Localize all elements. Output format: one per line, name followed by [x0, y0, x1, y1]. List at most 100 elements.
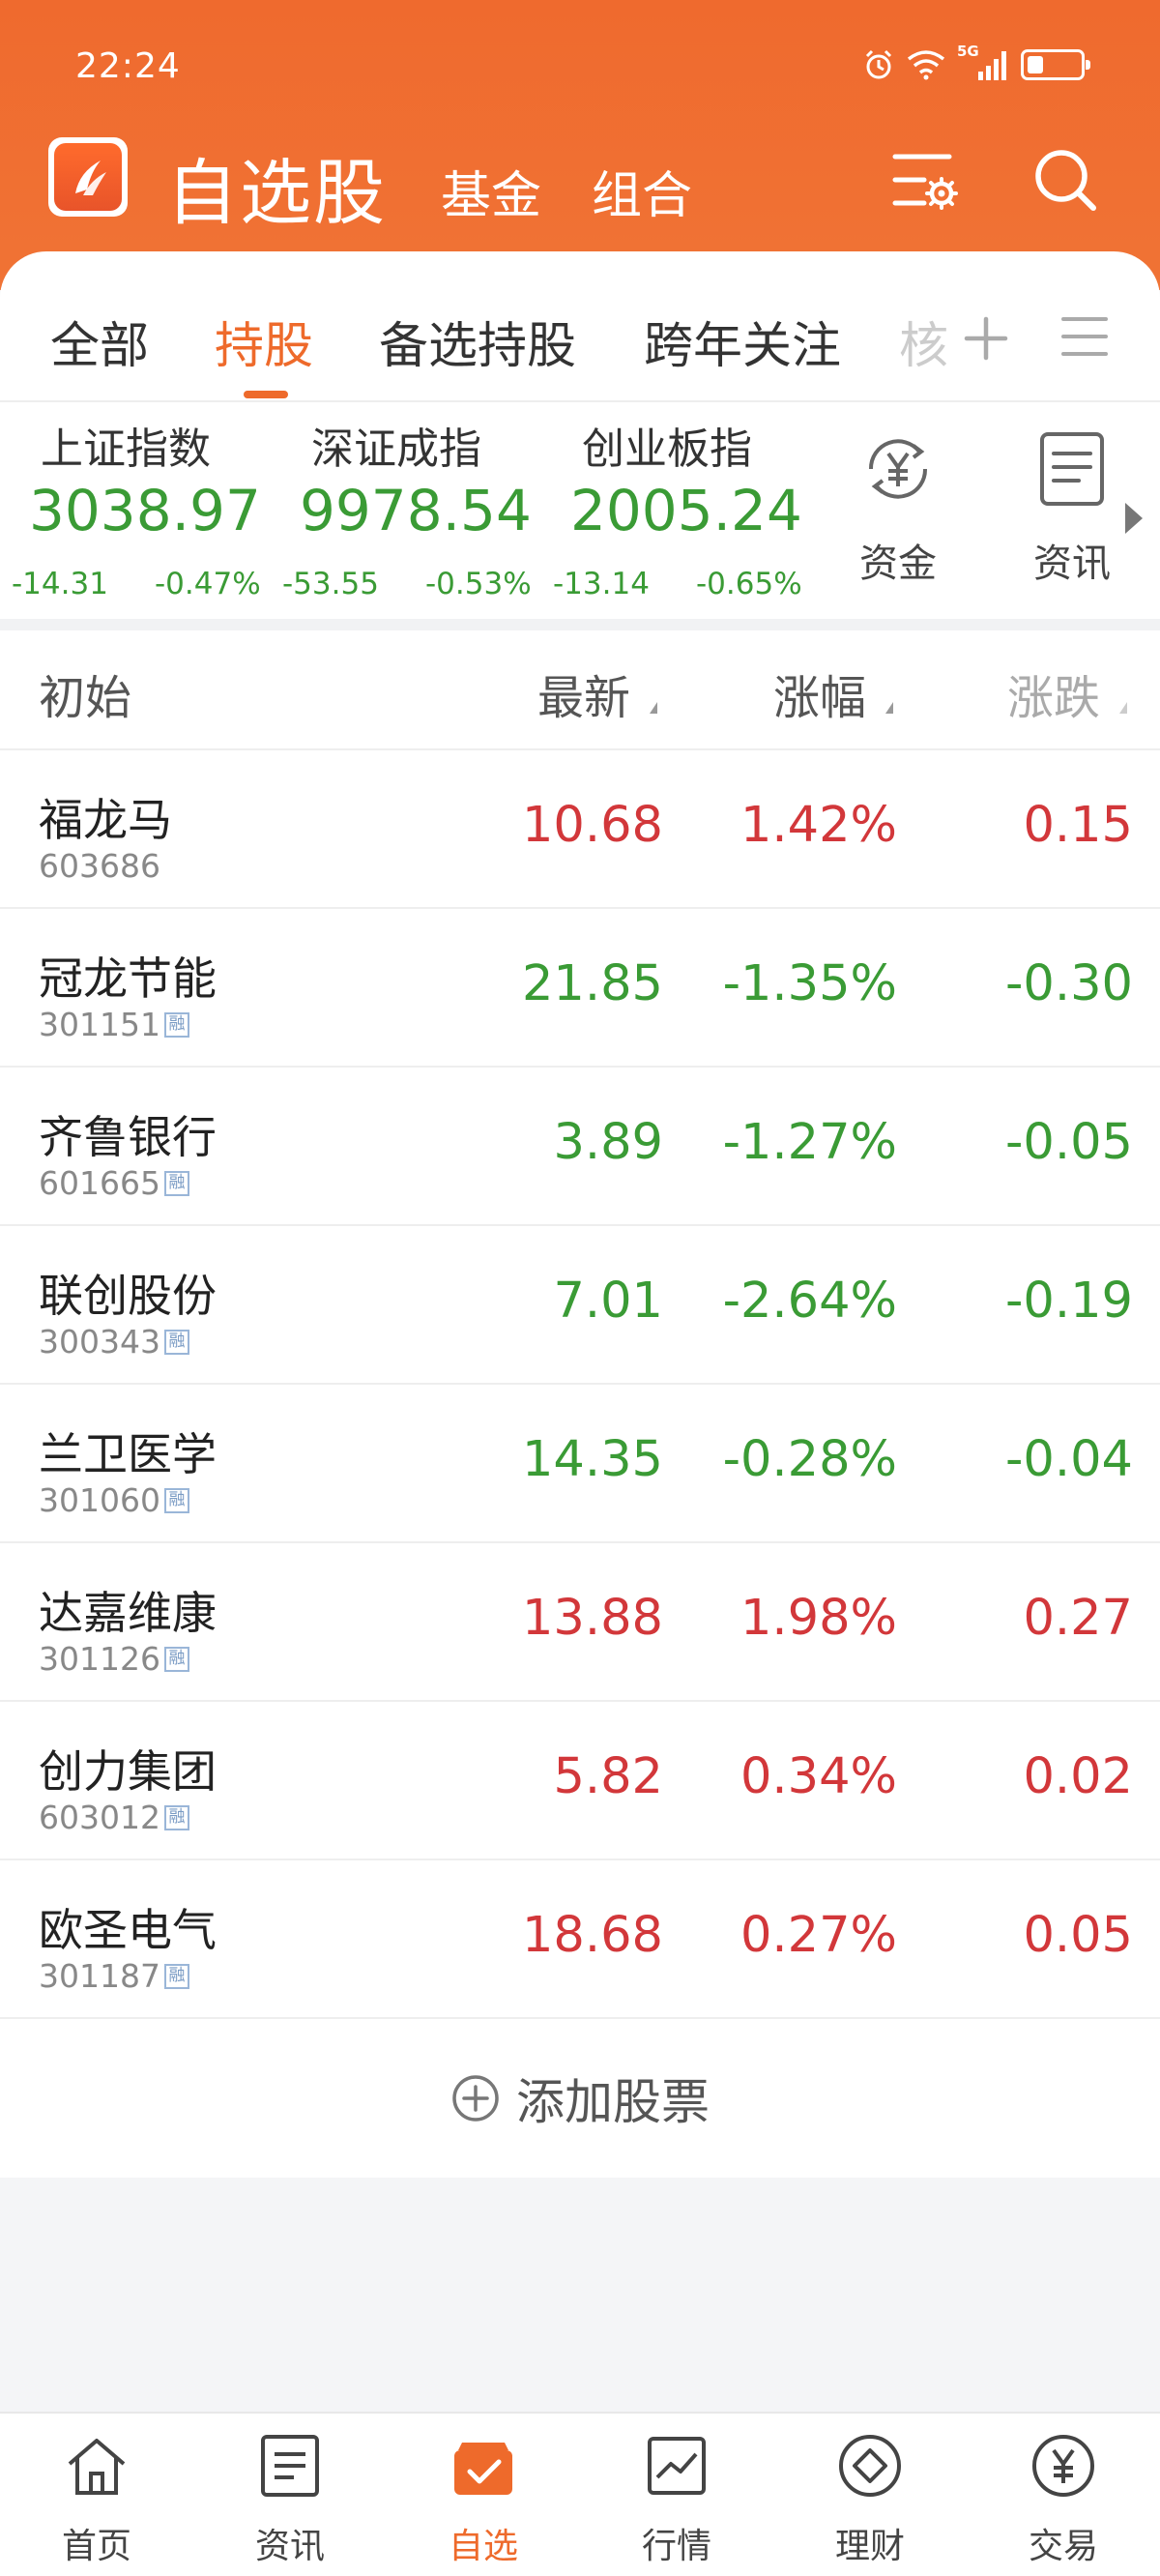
margin-badge: 融 — [163, 1487, 189, 1513]
group-menu-button[interactable] — [1058, 309, 1112, 364]
index-name: 创业板指 — [582, 424, 752, 474]
stock-pct-change: 0.27% — [740, 1907, 897, 1964]
index-name: 深证成指 — [311, 424, 481, 474]
stock-pct-change: 1.98% — [740, 1590, 897, 1647]
stock-code: 300343 — [39, 1323, 160, 1361]
search-button[interactable] — [1029, 143, 1102, 217]
nav-label: 理财 — [834, 2527, 905, 2566]
nav-wealth[interactable]: 理财 — [773, 2431, 967, 2576]
status-icons: 5G — [862, 43, 1090, 81]
stock-code: 301151 — [39, 1006, 160, 1043]
filter-settings-button[interactable] — [889, 143, 963, 217]
nav-trade[interactable]: 交易 — [967, 2431, 1160, 2576]
stock-price: 5.82 — [553, 1748, 663, 1805]
stock-change: -0.30 — [1005, 955, 1133, 1012]
battery-fill — [1028, 56, 1043, 73]
news-label: 资讯 — [1033, 542, 1111, 586]
filter-settings-icon — [892, 154, 958, 210]
nav-news[interactable]: 资讯 — [193, 2431, 387, 2576]
stock-pct-change: 0.34% — [740, 1748, 897, 1805]
stock-name: 达嘉维康 — [39, 1587, 217, 1639]
news-shortcut-button[interactable]: 资讯 — [1019, 430, 1125, 595]
stock-code-wrap: 601665 融 — [39, 1164, 189, 1202]
yuan-coin-icon — [1032, 2435, 1094, 2497]
market-chart-icon — [648, 2437, 706, 2495]
active-tab-indicator — [244, 391, 288, 398]
stock-code: 301060 — [39, 1481, 160, 1519]
stock-code: 603686 — [39, 847, 160, 885]
nav-label: 资讯 — [254, 2527, 325, 2566]
scroll-right-arrow-icon[interactable] — [1125, 503, 1143, 534]
stock-name: 福龙马 — [39, 794, 172, 846]
stock-change: -0.04 — [1005, 1431, 1133, 1488]
tab-holdings[interactable]: 持股 — [215, 306, 313, 377]
stock-code-wrap: 301151 融 — [39, 1006, 189, 1043]
document-icon — [1040, 432, 1104, 506]
stock-code-wrap: 603686 — [39, 847, 160, 885]
app-logo[interactable] — [48, 137, 128, 217]
margin-badge: 融 — [163, 1646, 189, 1672]
add-stock-button[interactable]: 添加股票 — [0, 2019, 1160, 2178]
stock-pct-change: -0.28% — [722, 1431, 897, 1488]
tab-cross-year-watch[interactable]: 跨年关注 — [644, 306, 841, 377]
plus-icon — [964, 316, 1008, 361]
battery-icon — [1021, 49, 1090, 80]
add-circle-icon — [452, 2075, 499, 2122]
logo-mark-icon — [54, 143, 122, 211]
stock-price: 3.89 — [553, 1114, 663, 1171]
tab-overflow[interactable]: 核 — [899, 306, 957, 377]
stock-change: 0.27 — [1023, 1590, 1133, 1647]
stock-code: 601665 — [39, 1164, 160, 1202]
nav-market[interactable]: 行情 — [580, 2431, 773, 2576]
stock-pct-change: -1.27% — [722, 1114, 897, 1171]
sort-latest-price[interactable]: 最新 — [537, 659, 630, 727]
stock-row[interactable]: 欧圣电气 301187 融 18.68 0.27% 0.05 — [0, 1860, 1160, 2019]
alarm-icon — [865, 49, 892, 79]
tab-all[interactable]: 全部 — [50, 306, 149, 377]
bottom-nav: 首页 资讯 自选 行情 理财 交易 — [0, 2412, 1160, 2576]
index-change: -13.14 — [553, 567, 650, 601]
nav-home[interactable]: 首页 — [0, 2431, 193, 2576]
index-change: -53.55 — [282, 567, 379, 601]
stock-code-wrap: 300343 融 — [39, 1323, 189, 1361]
funds-button[interactable]: 资金 — [845, 430, 951, 595]
stock-price: 18.68 — [521, 1907, 663, 1964]
stock-change: 0.02 — [1023, 1748, 1133, 1805]
sort-initial[interactable]: 初始 — [39, 659, 131, 727]
sort-triangle-icon — [885, 702, 893, 714]
stock-change: 0.05 — [1023, 1907, 1133, 1964]
index-pct: -0.53% — [425, 567, 532, 601]
stock-change: -0.19 — [1005, 1273, 1133, 1330]
stock-row[interactable]: 福龙马 603686 10.68 1.42% 0.15 — [0, 750, 1160, 909]
stock-price: 13.88 — [521, 1590, 663, 1647]
index-change: -14.31 — [12, 567, 108, 601]
status-bar: 22:24 5G — [0, 0, 1160, 131]
stock-row[interactable]: 创力集团 603012 融 5.82 0.34% 0.02 — [0, 1702, 1160, 1860]
home-icon — [68, 2439, 126, 2495]
index-pct: -0.65% — [696, 567, 802, 601]
stock-row[interactable]: 兰卫医学 301060 融 14.35 -0.28% -0.04 — [0, 1385, 1160, 1543]
index-value: 2005.24 — [570, 478, 802, 543]
nav-label: 行情 — [641, 2527, 711, 2566]
list-header: 初始 最新 涨幅 涨跌 — [0, 630, 1160, 750]
header-tab-portfolio[interactable]: 组合 — [592, 155, 692, 227]
stock-price: 10.68 — [521, 797, 663, 854]
status-time: 22:24 — [75, 46, 181, 86]
stock-code-wrap: 301126 融 — [39, 1640, 189, 1678]
sort-pct-change[interactable]: 涨幅 — [773, 659, 866, 727]
header-tab-funds[interactable]: 基金 — [441, 155, 541, 227]
stock-row[interactable]: 达嘉维康 301126 融 13.88 1.98% 0.27 — [0, 1543, 1160, 1702]
stock-row[interactable]: 齐鲁银行 601665 融 3.89 -1.27% -0.05 — [0, 1068, 1160, 1226]
stock-row[interactable]: 冠龙节能 301151 融 21.85 -1.35% -0.30 — [0, 909, 1160, 1068]
stock-code-wrap: 603012 融 — [39, 1799, 189, 1836]
index-pct: -0.47% — [155, 567, 261, 601]
sort-change[interactable]: 涨跌 — [1007, 659, 1100, 727]
stock-rows: 福龙马 603686 10.68 1.42% 0.15 冠龙节能 301151 融 21.85-… — [0, 750, 1160, 2019]
stock-name: 欧圣电气 — [39, 1904, 217, 1956]
add-group-button[interactable] — [957, 302, 1015, 371]
tab-backup-holdings[interactable]: 备选持股 — [379, 306, 576, 377]
nav-watchlist[interactable]: 自选 — [387, 2431, 580, 2576]
nav-label: 自选 — [448, 2527, 518, 2566]
margin-badge: 融 — [163, 1804, 189, 1830]
stock-row[interactable]: 联创股份 300343 融 7.01 -2.64% -0.19 — [0, 1226, 1160, 1385]
